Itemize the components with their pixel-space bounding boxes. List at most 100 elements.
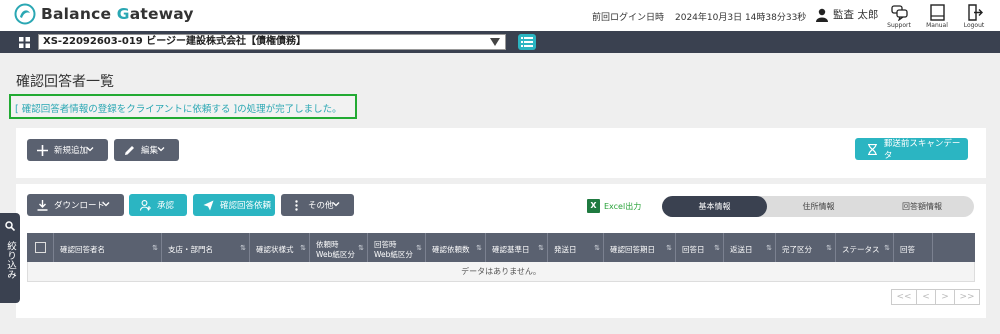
user-add-icon [140,199,151,211]
column-header[interactable]: 発送日 ⇅ [548,233,604,262]
pencil-icon [125,145,134,155]
column-header-label: 完了区分 [782,245,812,254]
support-label: Support [887,22,911,29]
column-header-label: 依頼時 Web紙区分 [316,240,355,259]
empty-row: データはありません。 [27,262,975,282]
column-header-label: ステータス [842,245,880,254]
add-new-button[interactable]: 新規追加 [27,139,108,161]
list-view-button[interactable] [518,34,536,50]
app-header: Balance Gateway 前回ログイン日時 2024年10月3日 14時3… [0,0,1000,31]
column-header[interactable]: 依頼時 Web紙区分 ⇅ [310,233,368,262]
logout-icon [967,4,983,21]
edit-button[interactable]: 編集 [114,139,179,161]
action-panel: 新規追加 編集 郵送前スキャンデータ [16,128,986,178]
chevron-down-icon [157,147,165,152]
client-select[interactable]: XS-22092603-019 ビージー建設株式会社【債権債務】 [38,34,506,50]
column-header[interactable]: 確認状様式 ⇅ [250,233,310,262]
column-header-label: 発送日 [554,245,577,254]
logo-text: Balance Gateway [41,5,194,23]
column-header-label: 返送日 [730,245,753,254]
tab-address-info[interactable]: 住所情報 [767,196,870,217]
excel-export-label: Excel出力 [604,201,642,211]
grid-menu-icon[interactable] [19,37,30,48]
sort-icon[interactable]: ⇅ [826,243,832,253]
column-header[interactable]: 確認基準日 ⇅ [486,233,548,262]
paper-plane-icon [203,200,214,210]
column-header[interactable]: 回答日 ⇅ [676,233,724,262]
excel-export-button[interactable]: X Excel出力 [587,199,641,213]
scan-data-button[interactable]: 郵送前スキャンデータ [855,138,968,161]
app-logo[interactable]: Balance Gateway [14,3,194,25]
column-header-label: 回答日 [682,245,705,254]
user-icon [816,8,828,22]
column-header[interactable]: 確認回答期日 ⇅ [604,233,676,262]
page-title: 確認回答者一覧 [16,74,114,90]
select-all-checkbox[interactable] [34,242,46,253]
manual-button[interactable]: Manual [921,4,953,29]
select-all-cell [27,233,54,262]
manual-label: Manual [926,22,948,29]
list-panel: ダウンロード 承認 確認回答依頼 その他 X Excel出力 基本情報 住所情報… [16,184,986,318]
other-label: その他 [308,201,334,211]
column-header-label: 確認依頼数 [432,245,470,254]
more-vertical-icon [295,199,298,211]
list-icon [521,37,533,47]
sort-icon[interactable]: ⇅ [884,243,890,253]
download-icon [37,199,48,211]
user-menu[interactable]: 監査 太郎 [816,7,878,22]
last-page-button[interactable]: >> [954,289,980,305]
last-login-value: 2024年10月3日 14時38分33秒 [675,13,807,23]
sort-icon[interactable]: ⇅ [152,243,158,253]
sort-icon[interactable]: ⇅ [714,243,720,253]
column-header[interactable]: 返送日 ⇅ [724,233,776,262]
download-button[interactable]: ダウンロード [27,194,124,216]
table-header: 確認回答者名 ⇅ 支店・部門名 ⇅ 確認状様式 ⇅ 依頼時 Web紙区分 ⇅ 回答時 Web紙区分 ⇅… [27,233,975,262]
support-button[interactable]: Support [883,4,915,29]
edit-label: 編集 [141,146,159,156]
sort-icon[interactable]: ⇅ [416,243,422,253]
logout-label: Logout [963,22,985,29]
filter-side-tab[interactable]: 絞り込み [0,213,20,303]
chevron-down-icon [332,202,340,207]
approve-button[interactable]: 承認 [129,194,187,216]
client-select-value: XS-22092603-019 ビージー建設株式会社【債権債務】 [43,36,307,47]
other-button[interactable]: その他 [281,194,354,216]
sort-icon[interactable]: ⇅ [538,243,544,253]
chat-bubbles-icon [890,5,908,21]
approve-label: 承認 [157,201,175,211]
sort-icon[interactable]: ⇅ [476,243,482,253]
chevron-down-icon [86,147,94,152]
hourglass-icon [867,143,877,155]
column-header[interactable]: 回答 [894,233,933,262]
sort-icon[interactable]: ⇅ [666,243,672,253]
column-header[interactable]: 回答時 Web紙区分 ⇅ [368,233,426,262]
sort-icon[interactable]: ⇅ [240,243,246,253]
sort-icon[interactable]: ⇅ [358,243,364,253]
request-answer-button[interactable]: 確認回答依頼 [193,194,275,216]
first-page-button[interactable]: << [891,289,917,305]
sort-icon[interactable]: ⇅ [300,243,306,253]
tab-basic-info[interactable]: 基本情報 [662,196,767,217]
column-header-label: 確認状様式 [256,245,294,254]
next-page-button[interactable]: > [935,289,955,305]
tab-answer-amount-info[interactable]: 回答額情報 [870,196,974,217]
sort-icon[interactable]: ⇅ [766,243,772,253]
search-icon [5,221,15,231]
completion-notice: [ 確認回答者情報の登録をクライアントに依頼する ]の処理が完了しました。 [9,94,357,119]
column-header-label: 確認回答期日 [610,245,655,254]
book-icon [929,4,945,21]
column-header[interactable]: 支店・部門名 ⇅ [162,233,250,262]
view-tabs: 基本情報 住所情報 回答額情報 [662,196,974,217]
column-header[interactable]: ステータス ⇅ [836,233,894,262]
last-login-label: 前回ログイン日時 [592,13,665,23]
excel-icon: X [587,199,600,213]
logout-button[interactable]: Logout [958,4,990,29]
prev-page-button[interactable]: < [916,289,936,305]
plus-icon [37,144,48,156]
download-label: ダウンロード [54,201,106,211]
column-header[interactable]: 完了区分 ⇅ [776,233,836,262]
add-new-label: 新規追加 [54,146,89,156]
column-header[interactable]: 確認回答者名 ⇅ [54,233,162,262]
column-header[interactable]: 確認依頼数 ⇅ [426,233,486,262]
sort-icon[interactable]: ⇅ [594,243,600,253]
